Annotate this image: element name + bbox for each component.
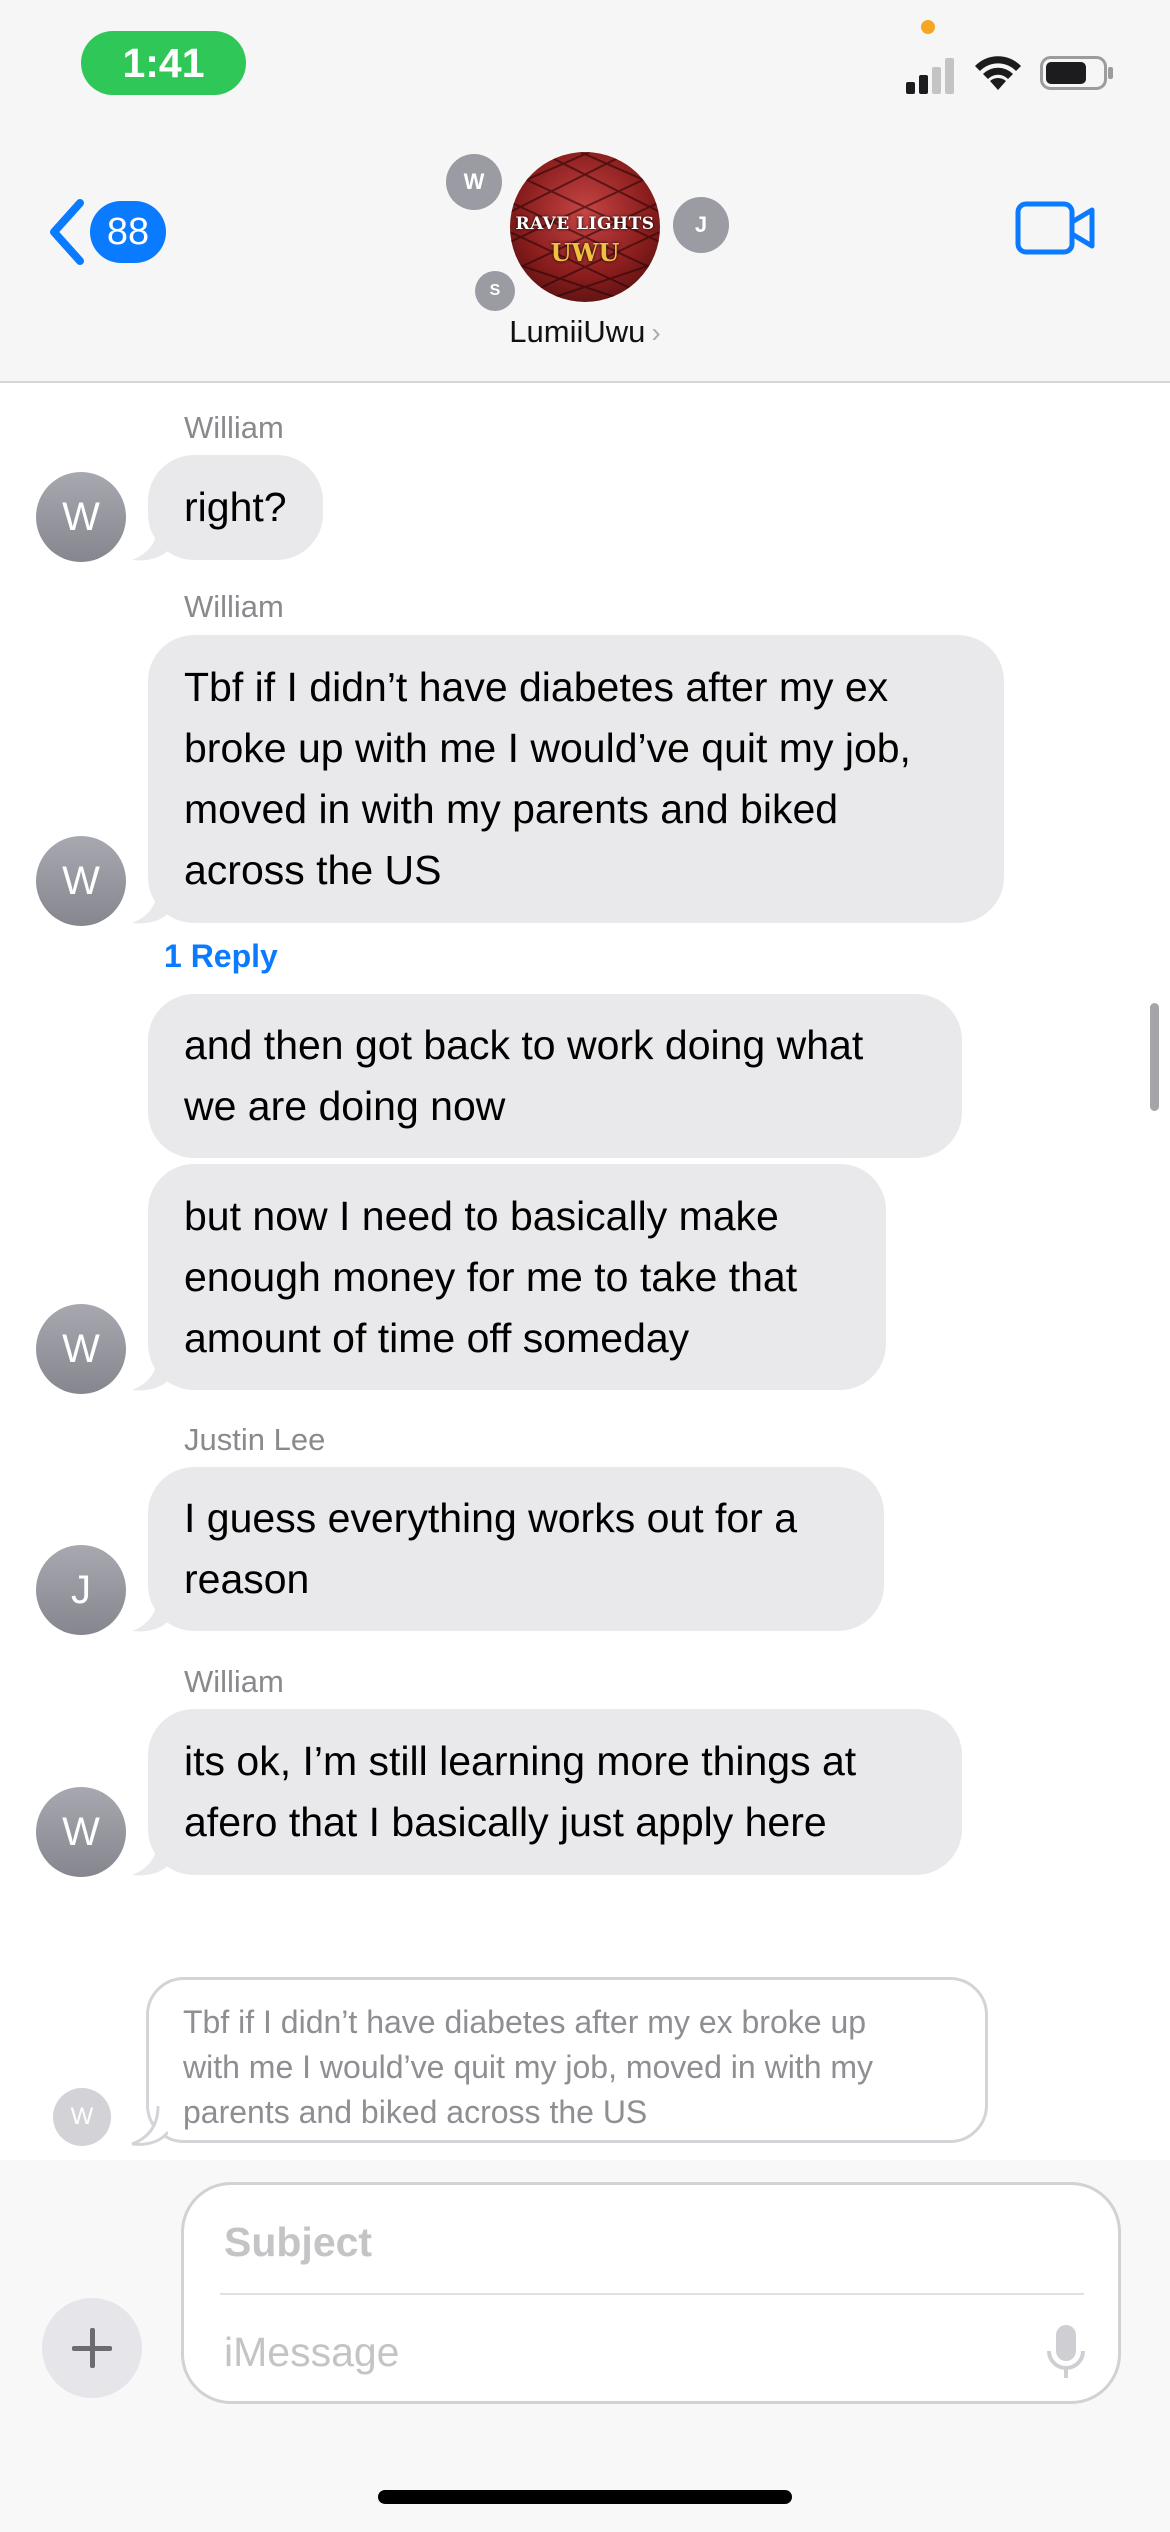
- message-bubble[interactable]: right?: [148, 455, 323, 560]
- battery-icon: [1040, 56, 1113, 90]
- imessage-input[interactable]: [222, 2321, 986, 2383]
- microphone-icon[interactable]: [1044, 2323, 1088, 2383]
- sender-name: Justin Lee: [184, 1422, 326, 1457]
- video-camera-icon[interactable]: [1014, 196, 1098, 260]
- back-chevron-icon: [50, 199, 84, 265]
- reply-quote-preview[interactable]: Tbf if I didn’t have diabetes after my e…: [146, 1977, 988, 2143]
- chevron-right-icon: ›: [651, 317, 661, 348]
- group-avatar-text-bottom: UWU: [550, 238, 620, 267]
- group-avatar[interactable]: RAVE LIGHTS UWU: [510, 152, 660, 302]
- sender-name: William: [184, 410, 284, 445]
- member-avatar-w: W: [446, 154, 502, 210]
- message-bubble[interactable]: its ok, I’m still learning more things a…: [148, 1709, 962, 1875]
- back-button[interactable]: 88: [46, 192, 166, 272]
- avatar[interactable]: J: [36, 1545, 126, 1635]
- compose-divider: [220, 2293, 1084, 2295]
- member-avatar-j: J: [673, 197, 729, 253]
- group-name: LumiiUwu: [509, 314, 646, 349]
- home-indicator[interactable]: [378, 2490, 792, 2504]
- message-text: right?: [184, 484, 287, 530]
- quote-avatar: W: [53, 2088, 111, 2146]
- scroll-indicator[interactable]: [1150, 1003, 1159, 1111]
- quote-bubble-tail: [131, 2106, 168, 2146]
- wifi-icon: [975, 56, 1021, 90]
- unread-count-badge: 88: [90, 201, 166, 263]
- status-time[interactable]: 1:41: [81, 31, 246, 95]
- member-avatar-s: S: [475, 271, 515, 311]
- conversation-header: 88 W J S RAVE LIGHTS UWU LumiiUwu ›: [0, 140, 1170, 383]
- message-text: but now I need to basically make enough …: [184, 1192, 798, 1361]
- group-avatar-text-top: RAVE LIGHTS: [515, 214, 655, 234]
- compose-box[interactable]: [181, 2182, 1121, 2404]
- message-bubble[interactable]: but now I need to basically make enough …: [148, 1164, 886, 1390]
- sender-name: William: [184, 1664, 284, 1699]
- message-bubble[interactable]: Tbf if I didn’t have diabetes after my e…: [148, 635, 1004, 923]
- avatar[interactable]: W: [36, 1787, 126, 1877]
- group-name-row[interactable]: LumiiUwu ›: [0, 314, 1170, 350]
- message-bubble[interactable]: I guess everything works out for a reaso…: [148, 1467, 884, 1631]
- avatar[interactable]: W: [36, 1304, 126, 1394]
- bubble-tail: [132, 1837, 170, 1876]
- bubble-tail: [132, 522, 170, 561]
- bubble-tail: [132, 885, 170, 924]
- avatar[interactable]: W: [36, 836, 126, 926]
- message-text: I guess everything works out for a reaso…: [184, 1495, 798, 1602]
- message-bubble[interactable]: and then got back to work doing what we …: [148, 994, 962, 1158]
- privacy-indicator-dot: [921, 20, 935, 34]
- message-text: its ok, I’m still learning more things a…: [184, 1738, 857, 1845]
- plus-icon[interactable]: [42, 2298, 142, 2398]
- subject-input[interactable]: [222, 2211, 1066, 2273]
- bubble-tail: [132, 1352, 170, 1391]
- avatar[interactable]: W: [36, 472, 126, 562]
- status-bar: 1:41: [0, 0, 1170, 140]
- bubble-tail: [132, 1593, 170, 1632]
- signal-icon: [906, 54, 958, 94]
- message-text: and then got back to work doing what we …: [184, 1022, 864, 1129]
- message-text: Tbf if I didn’t have diabetes after my e…: [184, 664, 911, 893]
- sender-name: William: [184, 589, 284, 624]
- quote-text: Tbf if I didn’t have diabetes after my e…: [183, 2004, 874, 2130]
- thread-reply-link[interactable]: 1 Reply: [164, 938, 278, 975]
